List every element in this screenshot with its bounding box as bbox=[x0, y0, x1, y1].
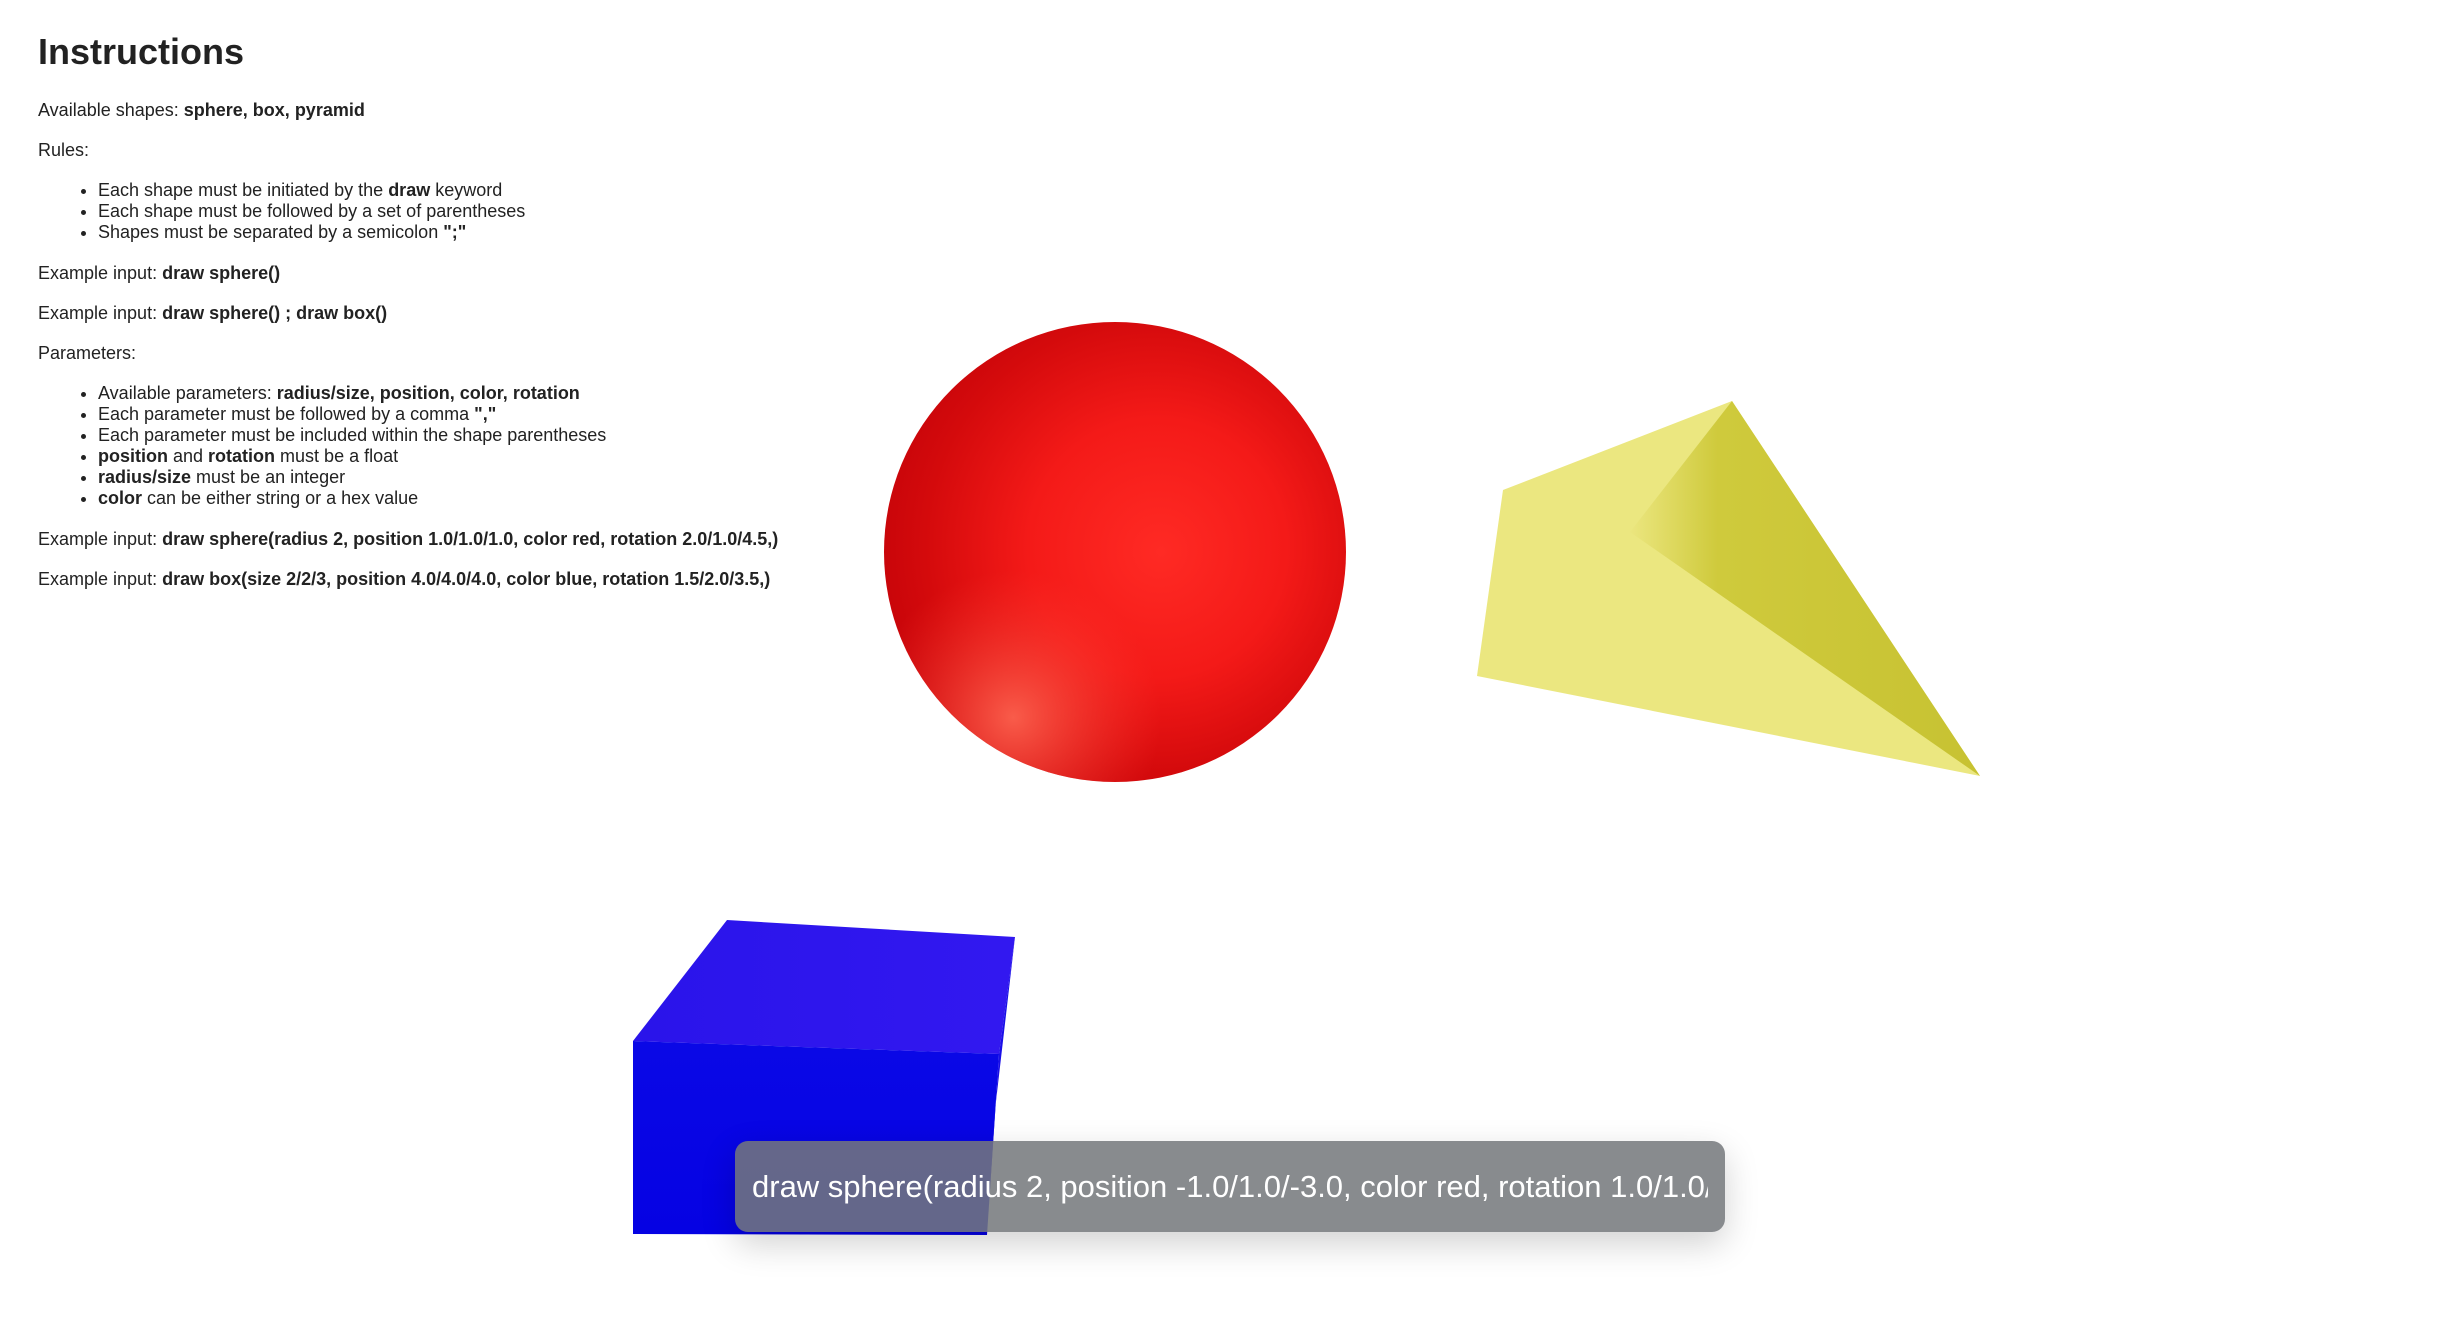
parameters-list: Available parameters: radius/size, posit… bbox=[38, 383, 858, 509]
rule-item: Each shape must be initiated by the draw… bbox=[98, 180, 858, 201]
parameters-heading: Parameters: bbox=[38, 343, 137, 363]
rule-item: Each shape must be followed by a set of … bbox=[98, 201, 858, 222]
rule-item: Shapes must be separated by a semicolon … bbox=[98, 222, 858, 243]
available-shapes: Available shapes: sphere, box, pyramid bbox=[38, 100, 365, 120]
app-stage: Instructions Available shapes: sphere, b… bbox=[0, 0, 2444, 1326]
parameter-item: Each parameter must be followed by a com… bbox=[98, 404, 858, 425]
parameter-item: Each parameter must be included within t… bbox=[98, 425, 858, 446]
rules-list: Each shape must be initiated by the draw… bbox=[38, 180, 858, 243]
instructions-title: Instructions bbox=[38, 31, 245, 72]
rules-heading: Rules: bbox=[38, 140, 90, 160]
command-bar bbox=[735, 1141, 1725, 1232]
instructions-panel: Instructions Available shapes: sphere, b… bbox=[38, 26, 858, 609]
example-input: Example input: draw sphere(radius 2, pos… bbox=[38, 529, 779, 549]
parameter-item: position and rotation must be a float bbox=[98, 446, 858, 467]
parameter-item: radius/size must be an integer bbox=[98, 467, 858, 488]
parameter-item: color can be either string or a hex valu… bbox=[98, 488, 858, 509]
command-input[interactable] bbox=[735, 1141, 1725, 1232]
example-input: Example input: draw sphere() bbox=[38, 263, 281, 283]
example-input: Example input: draw sphere() ; draw box(… bbox=[38, 303, 388, 323]
sphere-shape bbox=[884, 322, 1346, 782]
parameter-item: Available parameters: radius/size, posit… bbox=[98, 383, 858, 404]
example-input: Example input: draw box(size 2/2/3, posi… bbox=[38, 569, 771, 589]
pyramid-shape bbox=[1477, 401, 1980, 776]
